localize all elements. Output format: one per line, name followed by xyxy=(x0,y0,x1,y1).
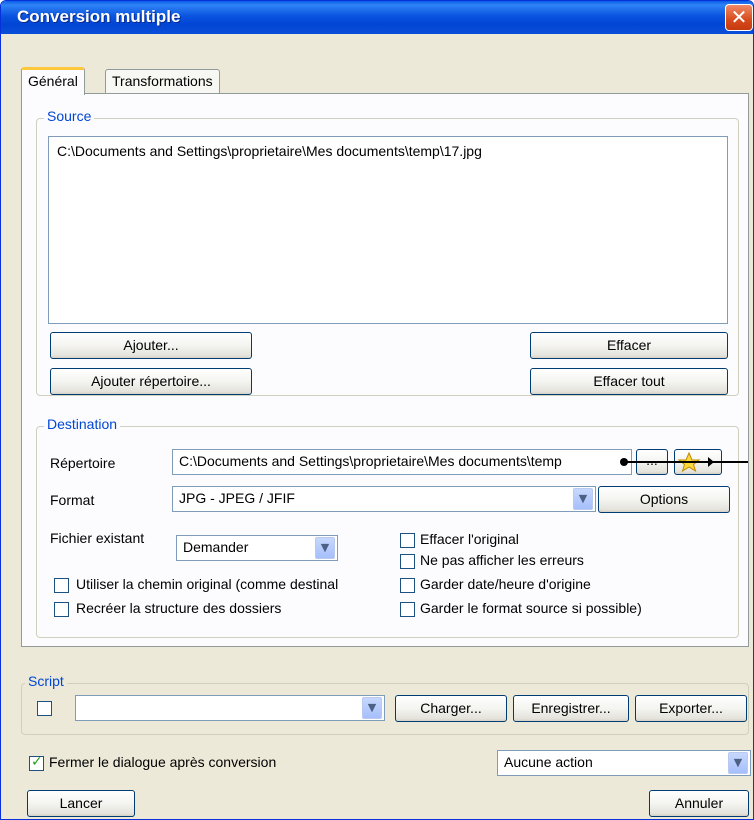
delete-original-label: Effacer l'original xyxy=(420,531,519,547)
existing-file-select[interactable]: Demander xyxy=(176,535,338,561)
run-button[interactable]: Lancer xyxy=(27,790,135,817)
script-enable-checkbox[interactable] xyxy=(37,701,52,716)
conversion-dialog: Conversion multiple ✕ Général Transforma… xyxy=(0,0,754,820)
post-action-value: Aucune action xyxy=(504,754,593,770)
format-value: JPG - JPEG / JFIF xyxy=(179,490,295,506)
chevron-down-icon[interactable]: ▼ xyxy=(573,488,593,510)
destination-folder-input[interactable]: C:\Documents and Settings\proprietaire\M… xyxy=(172,449,632,475)
script-group-label: Script xyxy=(25,673,67,689)
clear-button[interactable]: Effacer xyxy=(530,332,728,359)
tab-panel-general: Source C:\Documents and Settings\proprie… xyxy=(21,93,749,647)
hide-errors-checkbox[interactable] xyxy=(400,554,415,569)
post-action-select[interactable]: Aucune action xyxy=(497,750,751,776)
window-title: Conversion multiple xyxy=(17,7,181,26)
source-file-list[interactable]: C:\Documents and Settings\proprietaire\M… xyxy=(48,136,728,324)
hide-errors-label: Ne pas afficher les erreurs xyxy=(420,552,584,568)
tab-transformations[interactable]: Transformations xyxy=(105,69,220,95)
destination-group-label: Destination xyxy=(44,416,121,432)
source-group-label: Source xyxy=(44,108,95,124)
options-button[interactable]: Options xyxy=(598,486,730,513)
folder-label: Répertoire xyxy=(50,455,116,471)
use-original-path-label: Utiliser la chemin original (comme desti… xyxy=(76,576,339,592)
close-after-conversion-label: Fermer le dialogue après conversion xyxy=(49,754,277,770)
chevron-down-icon[interactable]: ▼ xyxy=(315,537,335,559)
tab-general[interactable]: Général xyxy=(21,67,85,95)
add-folder-button[interactable]: Ajouter répertoire... xyxy=(50,368,252,395)
chevron-down-icon[interactable]: ▼ xyxy=(728,752,748,774)
add-button[interactable]: Ajouter... xyxy=(50,332,252,359)
keep-date-checkbox[interactable] xyxy=(400,578,415,593)
recreate-tree-checkbox[interactable] xyxy=(54,602,69,617)
delete-original-checkbox[interactable] xyxy=(400,533,415,548)
script-select[interactable] xyxy=(75,695,385,721)
check-icon: ✓ xyxy=(31,754,43,770)
export-script-button[interactable]: Exporter... xyxy=(635,695,747,722)
existing-file-label: Fichier existant xyxy=(50,530,145,546)
load-script-button[interactable]: Charger... xyxy=(395,695,507,722)
close-icon[interactable]: ✕ xyxy=(725,4,753,31)
chevron-down-icon[interactable]: ▼ xyxy=(362,697,382,719)
recreate-tree-label: Recréer la structure des dossiers xyxy=(76,600,282,616)
clear-all-button[interactable]: Effacer tout xyxy=(530,368,728,395)
format-label: Format xyxy=(50,492,95,508)
list-item[interactable]: C:\Documents and Settings\proprietaire\M… xyxy=(57,143,482,159)
cancel-button[interactable]: Annuler xyxy=(649,790,749,817)
save-script-button[interactable]: Enregistrer... xyxy=(513,695,629,722)
existing-file-value: Demander xyxy=(183,539,249,555)
keep-format-checkbox[interactable] xyxy=(400,602,415,617)
keep-date-label: Garder date/heure d'origine xyxy=(420,576,591,592)
title-bar[interactable]: Conversion multiple ✕ xyxy=(1,1,753,34)
format-select[interactable]: JPG - JPEG / JFIF xyxy=(172,486,596,512)
keep-format-label: Garder le format source si possible) xyxy=(420,600,642,616)
close-after-conversion-checkbox[interactable]: ✓ xyxy=(29,754,44,771)
arrow-annotation xyxy=(620,458,748,466)
use-original-path-checkbox[interactable] xyxy=(54,578,69,593)
